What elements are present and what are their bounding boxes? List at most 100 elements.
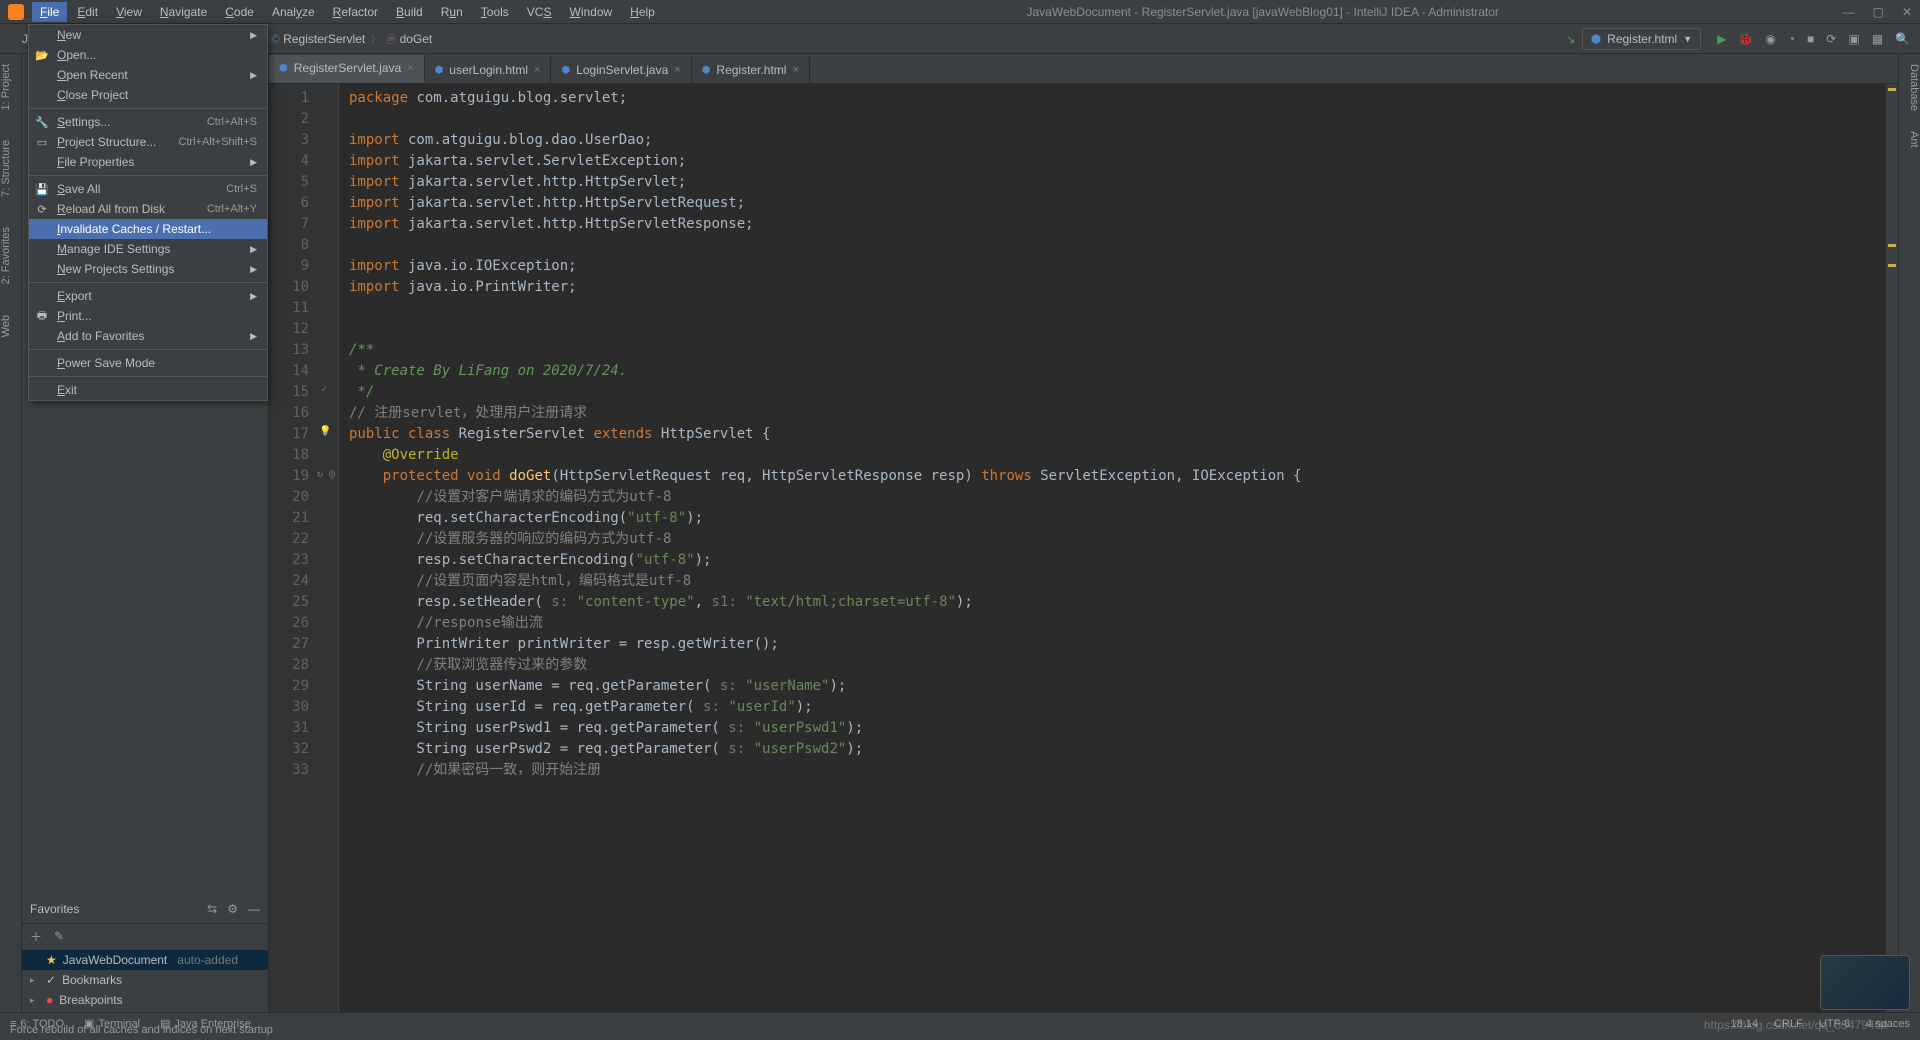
menu-item-new-projects-settings[interactable]: New Projects Settings▶ [29, 259, 267, 279]
menu-item-save-all[interactable]: 💾Save AllCtrl+S [29, 179, 267, 199]
close-tab-icon[interactable]: × [674, 64, 680, 76]
file-icon: ⬢ [561, 65, 570, 76]
menu-window[interactable]: Window [561, 2, 620, 22]
Save All-icon: 💾 [35, 183, 49, 196]
edit-icon[interactable]: ✎ [54, 929, 64, 943]
stop-icon[interactable]: ■ [1807, 32, 1814, 46]
menu-item-exit[interactable]: Exit [29, 380, 267, 400]
code-editor[interactable]: 1234567891011121314151617181920212223242… [269, 84, 1898, 1012]
menu-item-settings-[interactable]: 🔧Settings...Ctrl+Alt+S [29, 112, 267, 132]
gutter-marks: 💡 ✓ ↻ @ [317, 84, 339, 1012]
file-icon: ⬢ [435, 65, 444, 76]
close-tab-icon[interactable]: × [792, 64, 798, 76]
fav-Breakpoints[interactable]: ▸●Breakpoints [22, 990, 268, 1010]
menu-item-open-[interactable]: 📂Open... [29, 45, 267, 65]
rail-1: Project[interactable]: 1: Project [0, 64, 21, 110]
Reload All from Disk-icon: ⟳ [35, 203, 49, 216]
minimize-panel-icon[interactable]: — [248, 902, 260, 916]
rail-Database[interactable]: Database [1899, 64, 1920, 111]
statusbar: ≡6: TODO▣Terminal▤Java Enterprise 18:14C… [0, 1012, 1920, 1034]
crumb-doGet[interactable]: ⓜ doGet [386, 31, 432, 46]
menu-item-power-save-mode[interactable]: Power Save Mode [29, 353, 267, 373]
minimize-icon[interactable]: — [1843, 5, 1855, 19]
navigation-row: Ja...〉com〉atguigu〉blog〉servlet〉Ⓒ Registe… [0, 24, 1920, 54]
update-icon[interactable]: ⟳ [1826, 32, 1836, 46]
menu-tools[interactable]: Tools [473, 2, 517, 22]
menu-vcs[interactable]: VCS [519, 2, 560, 22]
favorites-toolbar: ＋ ✎ [22, 924, 268, 948]
run-config-selector[interactable]: ⬢ Register.html ▼ [1582, 28, 1701, 50]
menu-run[interactable]: Run [433, 2, 471, 22]
menu-item-invalidate-caches-restart-[interactable]: Invalidate Caches / Restart... [29, 219, 267, 239]
gear-icon[interactable]: ⚙ [227, 902, 238, 916]
rail-Ant[interactable]: Ant [1899, 131, 1920, 148]
editor-tabs: ⬢RegisterServlet.java×⬢userLogin.html×⬢L… [269, 54, 1898, 84]
Settings...-icon: 🔧 [35, 116, 49, 129]
user-avatar[interactable] [1820, 955, 1910, 1010]
favorites-header: Favorites ⇆ ⚙ — [22, 894, 268, 924]
Open...-icon: 📂 [35, 49, 49, 62]
layout-icon[interactable]: ▦ [1872, 32, 1883, 46]
build-icon[interactable]: ↘ [1566, 32, 1576, 46]
run-icon[interactable]: ▶ [1717, 32, 1726, 46]
editor-area: ⬢RegisterServlet.java×⬢userLogin.html×⬢L… [269, 54, 1898, 1012]
debug-icon[interactable]: 🐞 [1738, 32, 1753, 46]
rail-Web[interactable]: Web [0, 315, 21, 337]
right-tool-rail: Database Ant [1898, 54, 1920, 1012]
titlebar: FileEditViewNavigateCodeAnalyzeRefactorB… [0, 0, 1920, 24]
menu-item-open-recent[interactable]: Open Recent▶ [29, 65, 267, 85]
git-icon[interactable]: ▣ [1848, 32, 1859, 46]
menu-item-manage-ide-settings[interactable]: Manage IDE Settings▶ [29, 239, 267, 259]
menu-item-print-[interactable]: 🖶Print... [29, 306, 267, 326]
menu-analyze[interactable]: Analyze [264, 2, 323, 22]
run-config-label: Register.html [1607, 32, 1677, 46]
rail-7: Structure[interactable]: 7: Structure [0, 140, 21, 197]
menu-view[interactable]: View [108, 2, 150, 22]
menubar: FileEditViewNavigateCodeAnalyzeRefactorB… [32, 2, 663, 22]
menu-help[interactable]: Help [622, 2, 663, 22]
profile-icon[interactable]: ◔ [1788, 32, 1795, 46]
html-icon: ⬢ [1591, 32, 1601, 46]
rail-2: Favorites[interactable]: 2: Favorites [0, 227, 21, 284]
fav-Bookmarks[interactable]: ▸✓Bookmarks [22, 970, 268, 990]
menu-refactor[interactable]: Refactor [325, 2, 386, 22]
menu-item-export[interactable]: Export▶ [29, 286, 267, 306]
file-icon: ⬢ [279, 63, 288, 74]
menu-build[interactable]: Build [388, 2, 431, 22]
window-title: JavaWebDocument - RegisterServlet.java [… [683, 5, 1843, 19]
menu-edit[interactable]: Edit [69, 2, 106, 22]
file-menu-dropdown[interactable]: New▶📂Open...Open Recent▶Close Project 🔧Se… [28, 24, 268, 401]
window-controls: — ▢ ✕ [1843, 5, 1912, 19]
fav-JavaWebDocument[interactable]: ★JavaWebDocumentauto-added [22, 950, 268, 970]
add-icon[interactable]: ＋ [30, 928, 42, 945]
menu-item-reload-all-from-disk[interactable]: ⟳Reload All from DiskCtrl+Alt+Y [29, 199, 267, 219]
menu-navigate[interactable]: Navigate [152, 2, 215, 22]
close-icon[interactable]: ✕ [1902, 5, 1912, 19]
menu-file[interactable]: File [32, 2, 67, 22]
tab-Register.html[interactable]: ⬢Register.html× [692, 57, 810, 83]
search-icon[interactable]: 🔍 [1895, 32, 1910, 46]
chevron-down-icon: ▼ [1683, 34, 1692, 44]
run-toolbar: ↘ ⬢ Register.html ▼ ▶ 🐞 ◉ ◔ ■ ⟳ ▣ ▦ 🔍 [1566, 28, 1910, 50]
close-tab-icon[interactable]: × [534, 64, 540, 76]
code-content[interactable]: package com.atguigu.blog.servlet; import… [339, 84, 1886, 1012]
crumb-RegisterServlet[interactable]: Ⓒ RegisterServlet [270, 31, 365, 46]
menu-item-close-project[interactable]: Close Project [29, 85, 267, 105]
expand-icon[interactable]: ⇆ [207, 902, 217, 916]
tab-userLogin.html[interactable]: ⬢userLogin.html× [425, 57, 552, 83]
menu-item-new[interactable]: New▶ [29, 25, 267, 45]
menu-code[interactable]: Code [217, 2, 262, 22]
app-logo [8, 4, 24, 20]
left-tool-rail: 1: Project7: Structure2: FavoritesWeb [0, 54, 22, 1012]
tab-LoginServlet.java[interactable]: ⬢LoginServlet.java× [551, 57, 691, 83]
maximize-icon[interactable]: ▢ [1873, 5, 1884, 19]
line-numbers: 1234567891011121314151617181920212223242… [269, 84, 317, 1012]
status-hint: Force rebuild of all caches and indices … [10, 1020, 273, 1040]
coverage-icon[interactable]: ◉ [1765, 32, 1775, 46]
watermark: https://blog.csdn.net/qq_35479404 [1704, 1018, 1888, 1032]
menu-item-add-to-favorites[interactable]: Add to Favorites▶ [29, 326, 267, 346]
close-tab-icon[interactable]: × [407, 62, 413, 74]
menu-item-file-properties[interactable]: File Properties▶ [29, 152, 267, 172]
menu-item-project-structure-[interactable]: ▭Project Structure...Ctrl+Alt+Shift+S [29, 132, 267, 152]
tab-RegisterServlet.java[interactable]: ⬢RegisterServlet.java× [269, 55, 425, 83]
